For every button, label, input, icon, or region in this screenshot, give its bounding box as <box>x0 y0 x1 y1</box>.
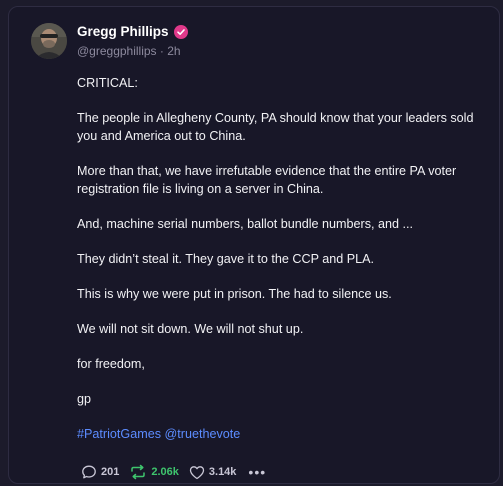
post-body: CRITICAL: The people in Allegheny County… <box>77 74 492 460</box>
like-icon <box>189 465 205 480</box>
post-time[interactable]: 2h <box>167 44 180 58</box>
post-paragraph: We will not sit down. We will not shut u… <box>77 322 304 336</box>
like-count: 3.14k <box>208 466 237 478</box>
separator: · <box>156 44 168 58</box>
action-bar: 201 2.06k 3.14k ••• <box>81 464 276 480</box>
repost-icon <box>129 464 147 480</box>
author-row: Gregg Phillips <box>77 24 188 39</box>
handle-row: @greggphillips · 2h <box>77 44 181 58</box>
repost-button[interactable]: 2.06k <box>129 464 179 480</box>
post-paragraph: CRITICAL: <box>77 76 138 90</box>
hashtag-link[interactable]: #PatriotGames <box>77 427 161 441</box>
repost-count: 2.06k <box>151 466 179 478</box>
verified-badge-icon <box>173 24 188 39</box>
more-icon: ••• <box>248 464 267 480</box>
post-paragraph: The people in Allegheny County, PA shoul… <box>77 111 474 143</box>
mention-link[interactable]: @truethevote <box>165 427 241 441</box>
post-paragraph: for freedom, <box>77 357 145 371</box>
post-card: Gregg Phillips @greggphillips · 2h CRITI… <box>8 6 500 484</box>
reply-icon <box>81 464 97 480</box>
post-paragraph: And, machine serial numbers, ballot bund… <box>77 217 414 231</box>
avatar-image <box>31 23 67 59</box>
post-paragraph: gp <box>77 392 92 406</box>
reply-button[interactable]: 201 <box>81 464 119 480</box>
post-tags: #PatriotGames @truethevote <box>77 425 492 443</box>
author-handle[interactable]: @greggphillips <box>77 44 157 58</box>
post-paragraph: They didn’t steal it. They gave it to th… <box>77 252 375 266</box>
like-button[interactable]: 3.14k <box>189 465 237 480</box>
post-paragraph: More than that, we have irrefutable evid… <box>77 164 457 196</box>
more-button[interactable]: ••• <box>246 464 267 480</box>
reply-count: 201 <box>101 466 120 478</box>
avatar[interactable] <box>31 23 67 59</box>
author-name[interactable]: Gregg Phillips <box>77 24 169 39</box>
post-paragraph: This is why we were put in prison. The h… <box>77 287 392 301</box>
